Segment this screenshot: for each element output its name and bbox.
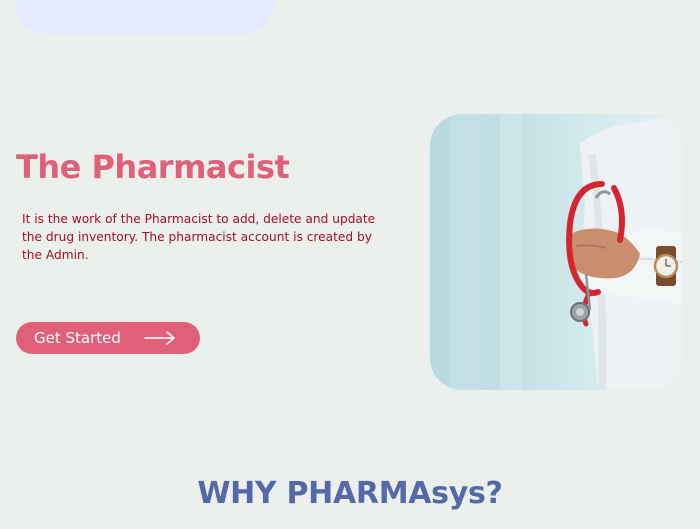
hero-title: The Pharmacist [16,148,290,186]
arrow-right-icon [144,331,175,345]
page: The Pharmacist It is the work of the Pha… [0,0,700,529]
doctor-illustration [450,114,682,390]
doctor-photo [430,114,682,390]
get-started-label: Get Started [34,329,121,347]
get-started-button[interactable]: Get Started [16,322,200,354]
hero-description: It is the work of the Pharmacist to add,… [22,212,376,262]
section-title: WHY PHARMAsys? [197,476,503,511]
top-card [16,0,274,34]
